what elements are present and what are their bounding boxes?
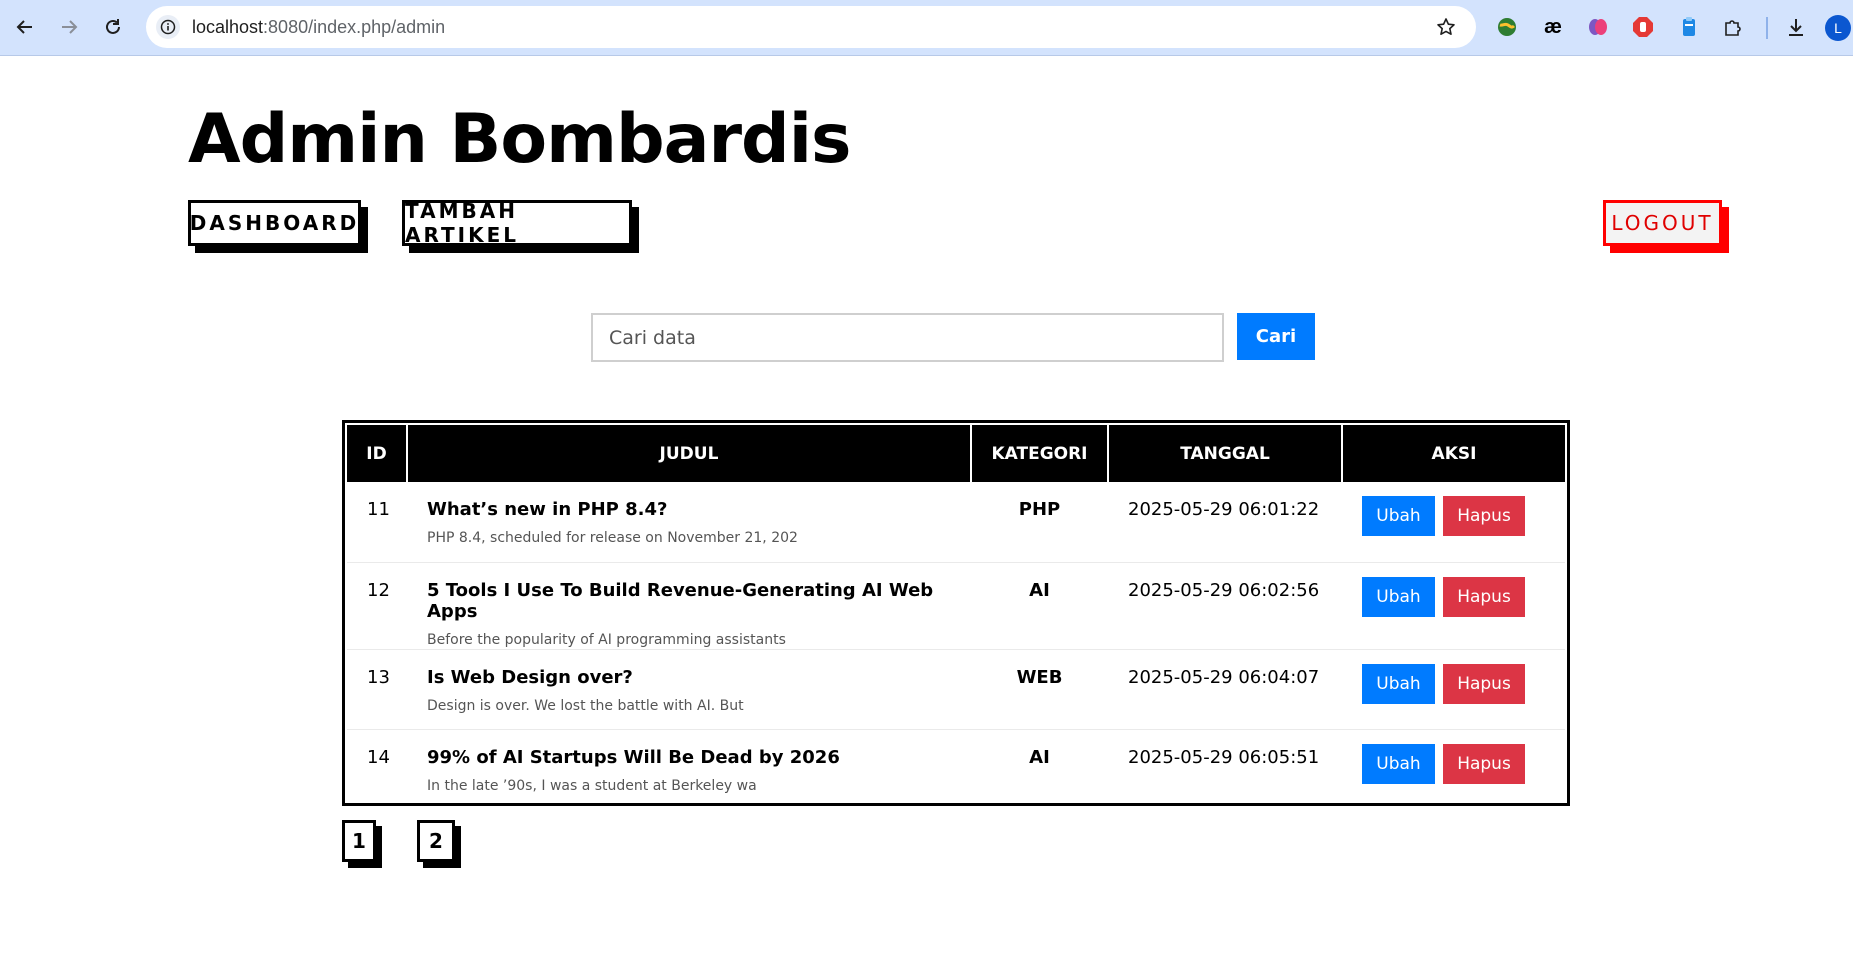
dashboard-link[interactable]: DASHBOARD [188,200,361,246]
url-text: localhost:8080/index.php/admin [192,17,445,38]
globe-extension-icon[interactable] [1494,14,1520,40]
clipboard-extension-icon[interactable] [1676,14,1702,40]
forward-button[interactable] [54,12,84,42]
address-bar[interactable]: localhost:8080/index.php/admin [146,6,1476,48]
cell-aksi: Ubah Hapus [1342,649,1565,729]
delete-button[interactable]: Hapus [1443,663,1525,704]
cell-kategori: WEB [1016,666,1063,688]
back-arrow-icon [16,20,32,34]
delete-button[interactable]: Hapus [1443,576,1525,617]
logout-link[interactable]: LOGOUT [1603,200,1722,246]
ae-extension-icon[interactable]: æ [1540,14,1566,40]
profile-avatar[interactable]: L [1825,15,1851,41]
article-title: 99% of AI Startups Will Be Dead by 2026 [427,746,840,768]
article-snippet: PHP 8.4, scheduled for release on Novemb… [427,530,798,546]
article-snippet: Before the popularity of AI programming … [427,631,786,648]
pagination-page-2[interactable]: 2 [417,820,455,862]
cell-id: 13 [367,666,390,688]
page-title: Admin Bombardis [188,100,852,179]
header-id: ID [347,425,408,482]
cell-judul: 99% of AI Startups Will Be Dead by 2026 … [407,729,971,809]
toolbar-separator [1766,17,1768,39]
back-button[interactable] [10,12,40,42]
puzzle-extension-icon[interactable] [1720,14,1746,40]
reload-icon [106,19,120,34]
cell-aksi: Ubah Hapus [1342,729,1565,809]
edit-button[interactable]: Ubah [1362,743,1435,784]
delete-button[interactable]: Hapus [1443,743,1525,784]
cell-kategori: PHP [1018,499,1061,520]
cell-kategori: AI [1029,579,1050,601]
article-title: What’s new in PHP 8.4? [427,499,668,520]
cell-judul: What’s new in PHP 8.4? PHP 8.4, schedule… [407,482,971,562]
search-input[interactable] [591,313,1224,362]
url-host: localhost [192,17,264,37]
download-icon[interactable] [1783,14,1809,40]
articles-table: ID JUDUL KATEGORI TANGGAL AKSI 11 What’s… [342,420,1570,806]
forward-arrow-icon [62,20,78,34]
search-button[interactable]: Cari [1237,313,1315,360]
header-kategori: KATEGORI [971,425,1109,482]
ae-extension-label: æ [1544,15,1562,38]
cell-aksi: Ubah Hapus [1342,562,1565,649]
cell-judul: 5 Tools I Use To Build Revenue-Generatin… [407,562,971,649]
article-snippet: In the late ’90s, I was a student at Ber… [427,777,757,794]
add-article-link[interactable]: TAMBAH ARTIKEL [402,199,632,247]
header-aksi: AKSI [1342,425,1565,482]
header-judul: JUDUL [407,425,972,482]
cell-tanggal: 2025-05-29 06:02:56 [1128,579,1320,601]
article-title: 5 Tools I Use To Build Revenue-Generatin… [427,579,934,622]
bookmark-star-icon[interactable] [1434,15,1458,39]
brain-extension-icon[interactable] [1585,14,1611,40]
cell-tanggal: 2025-05-29 06:01:22 [1128,499,1320,520]
edit-button[interactable]: Ubah [1362,576,1435,617]
cell-kategori: AI [1029,746,1050,768]
cell-id: 14 [367,746,390,768]
table-header-row: ID JUDUL KATEGORI TANGGAL AKSI [347,425,1565,482]
delete-button[interactable]: Hapus [1443,496,1525,536]
header-tanggal: TANGGAL [1108,425,1343,482]
table-row: 12 5 Tools I Use To Build Revenue-Genera… [347,562,1565,649]
pagination-page-1[interactable]: 1 [342,820,376,862]
table-row: 13 Is Web Design over? Design is over. W… [347,649,1565,729]
url-path: :8080/index.php/admin [263,17,446,37]
cell-tanggal: 2025-05-29 06:04:07 [1128,666,1320,688]
browser-toolbar: localhost:8080/index.php/admin æ L [0,0,1853,56]
cell-tanggal: 2025-05-29 06:05:51 [1128,746,1320,768]
table-row: 14 99% of AI Startups Will Be Dead by 20… [347,729,1565,809]
cell-id: 11 [367,499,390,520]
cell-id: 12 [367,579,390,601]
site-info-icon[interactable] [156,15,180,39]
table-row: 11 What’s new in PHP 8.4? PHP 8.4, sched… [347,482,1565,562]
stop-extension-icon[interactable] [1630,14,1656,40]
article-title: Is Web Design over? [427,666,633,688]
article-snippet: Design is over. We lost the battle with … [427,697,744,714]
edit-button[interactable]: Ubah [1362,496,1435,536]
cell-judul: Is Web Design over? Design is over. We l… [407,649,971,729]
reload-button[interactable] [98,12,128,42]
cell-aksi: Ubah Hapus [1342,482,1565,562]
edit-button[interactable]: Ubah [1362,663,1435,704]
